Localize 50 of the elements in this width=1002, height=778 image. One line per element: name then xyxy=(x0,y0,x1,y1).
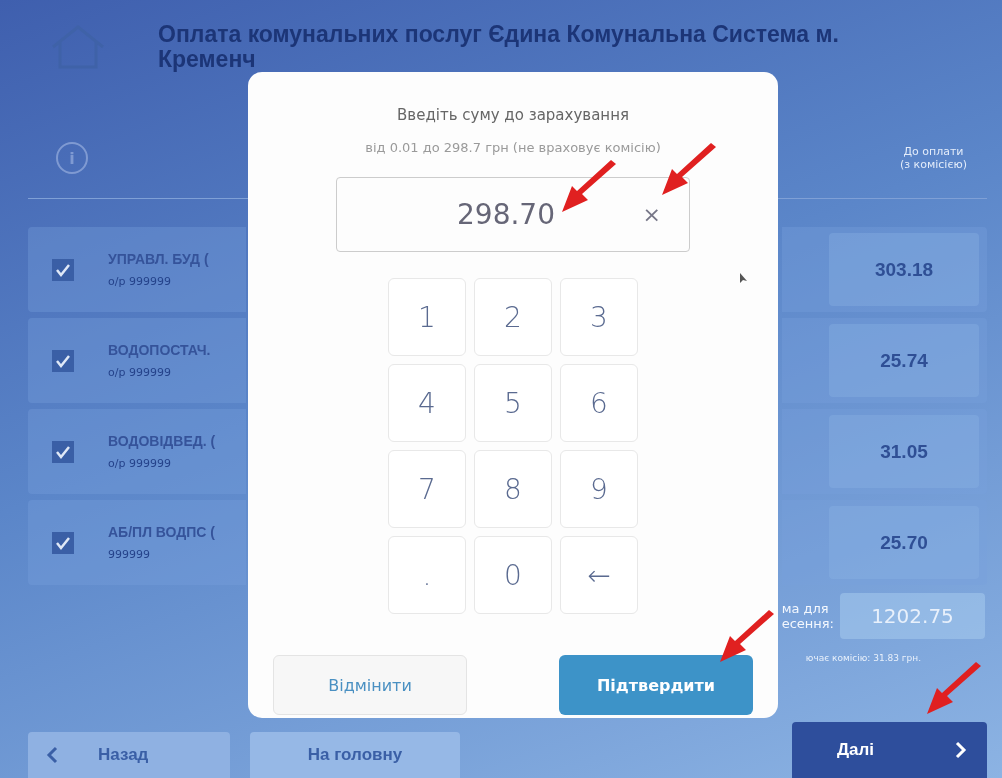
account-number: 999999 xyxy=(108,548,151,561)
service-name: ВОДОВІДВЕД. ( xyxy=(108,433,217,449)
home-button[interactable]: На головну xyxy=(250,732,460,778)
total-amount: 1202.75 xyxy=(840,593,985,639)
chevron-left-icon xyxy=(46,746,58,764)
checkbox[interactable] xyxy=(52,258,74,281)
service-name: ВОДОПОСТАЧ. xyxy=(108,342,212,358)
keypad-key[interactable]: 9 xyxy=(560,450,638,528)
commission-note: ючає комісію: 31.83 грн. xyxy=(805,653,922,663)
checkbox[interactable] xyxy=(52,440,74,463)
keypad-key[interactable]: 6 xyxy=(560,364,638,442)
amount-value: 303.18 xyxy=(829,233,979,306)
service-cell[interactable]: ВОДОВІДВЕД. ( о/р 999999 xyxy=(28,409,246,494)
amount-input-field[interactable]: 298.70 × xyxy=(336,177,690,252)
account-number: о/р 999999 xyxy=(108,366,172,379)
cancel-button[interactable]: Відмінити xyxy=(273,655,467,715)
confirm-button[interactable]: Підтвердити xyxy=(559,655,753,715)
page-title: Оплата комунальних послуг Єдина Комунальна Система м. xyxy=(158,22,839,47)
checkbox[interactable] xyxy=(52,349,74,372)
keypad-key[interactable]: 2 xyxy=(474,278,552,356)
service-cell[interactable]: ВОДОПОСТАЧ. о/р 999999 xyxy=(28,318,246,403)
column-header: (з комісією) xyxy=(899,158,967,171)
page-title: Кременч xyxy=(158,47,256,72)
column-header: До оплати xyxy=(902,145,965,158)
amount-value: 31.05 xyxy=(829,415,979,488)
account-number: о/р 999999 xyxy=(108,457,172,470)
account-number: о/р 999999 xyxy=(108,275,172,288)
service-name: АБ/ПЛ ВОДПС ( xyxy=(108,524,216,540)
keypad-key[interactable]: . xyxy=(388,536,466,614)
amount-value: 25.70 xyxy=(829,506,979,579)
total-label: есення: xyxy=(781,616,834,631)
amount-value: 25.74 xyxy=(829,324,979,397)
chevron-right-icon xyxy=(955,741,967,759)
keypad-key[interactable]: 5 xyxy=(474,364,552,442)
keypad-key[interactable]: 7 xyxy=(388,450,466,528)
keypad-key[interactable]: 4 xyxy=(388,364,466,442)
back-button[interactable]: Назад xyxy=(28,732,230,778)
dialog-title: Введіть суму до зарахування xyxy=(397,106,629,124)
service-cell[interactable]: АБ/ПЛ ВОДПС ( 999999 xyxy=(28,500,246,585)
total-label: ма для xyxy=(781,601,830,616)
keypad-key[interactable]: 1 xyxy=(388,278,466,356)
keypad-key[interactable]: 0 xyxy=(474,536,552,614)
checkbox[interactable] xyxy=(52,531,74,554)
keypad-key[interactable]: 8 xyxy=(474,450,552,528)
clear-button[interactable]: × xyxy=(642,202,661,227)
next-button[interactable]: Далі xyxy=(792,722,987,778)
amount-range-hint: від 0.01 до 298.7 грн (не враховує комісію) xyxy=(365,140,661,155)
keypad-key[interactable]: ← xyxy=(560,536,638,614)
cursor-icon xyxy=(740,273,748,285)
keypad-key[interactable]: 3 xyxy=(560,278,638,356)
